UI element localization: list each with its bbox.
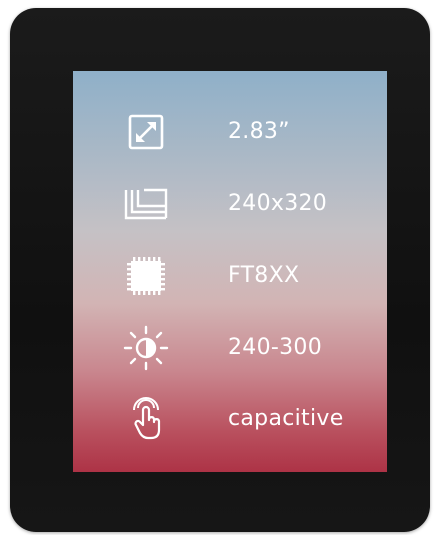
touch-label: capacitive	[228, 406, 344, 431]
brightness-icon	[123, 323, 169, 373]
display-device: 2.83” 240x320 FT8XX 240-300 capacitive	[10, 8, 430, 532]
brightness-label: 240-300	[228, 335, 323, 360]
screen-size-label: 2.83”	[228, 119, 290, 144]
spec-row-touch: capacitive	[73, 394, 387, 444]
screen-size-icon	[123, 107, 169, 157]
spec-row-brightness: 240-300	[73, 323, 387, 373]
controller-label: FT8XX	[228, 263, 300, 288]
resolution-icon	[123, 179, 169, 229]
resolution-label: 240x320	[228, 191, 328, 216]
spec-row-resolution: 240x320	[73, 179, 387, 229]
chip-icon	[123, 251, 169, 301]
touch-icon	[123, 394, 169, 444]
display-screen: 2.83” 240x320 FT8XX 240-300 capacitive	[73, 71, 387, 472]
spec-row-controller: FT8XX	[73, 251, 387, 301]
spec-row-screen-size: 2.83”	[73, 107, 387, 157]
